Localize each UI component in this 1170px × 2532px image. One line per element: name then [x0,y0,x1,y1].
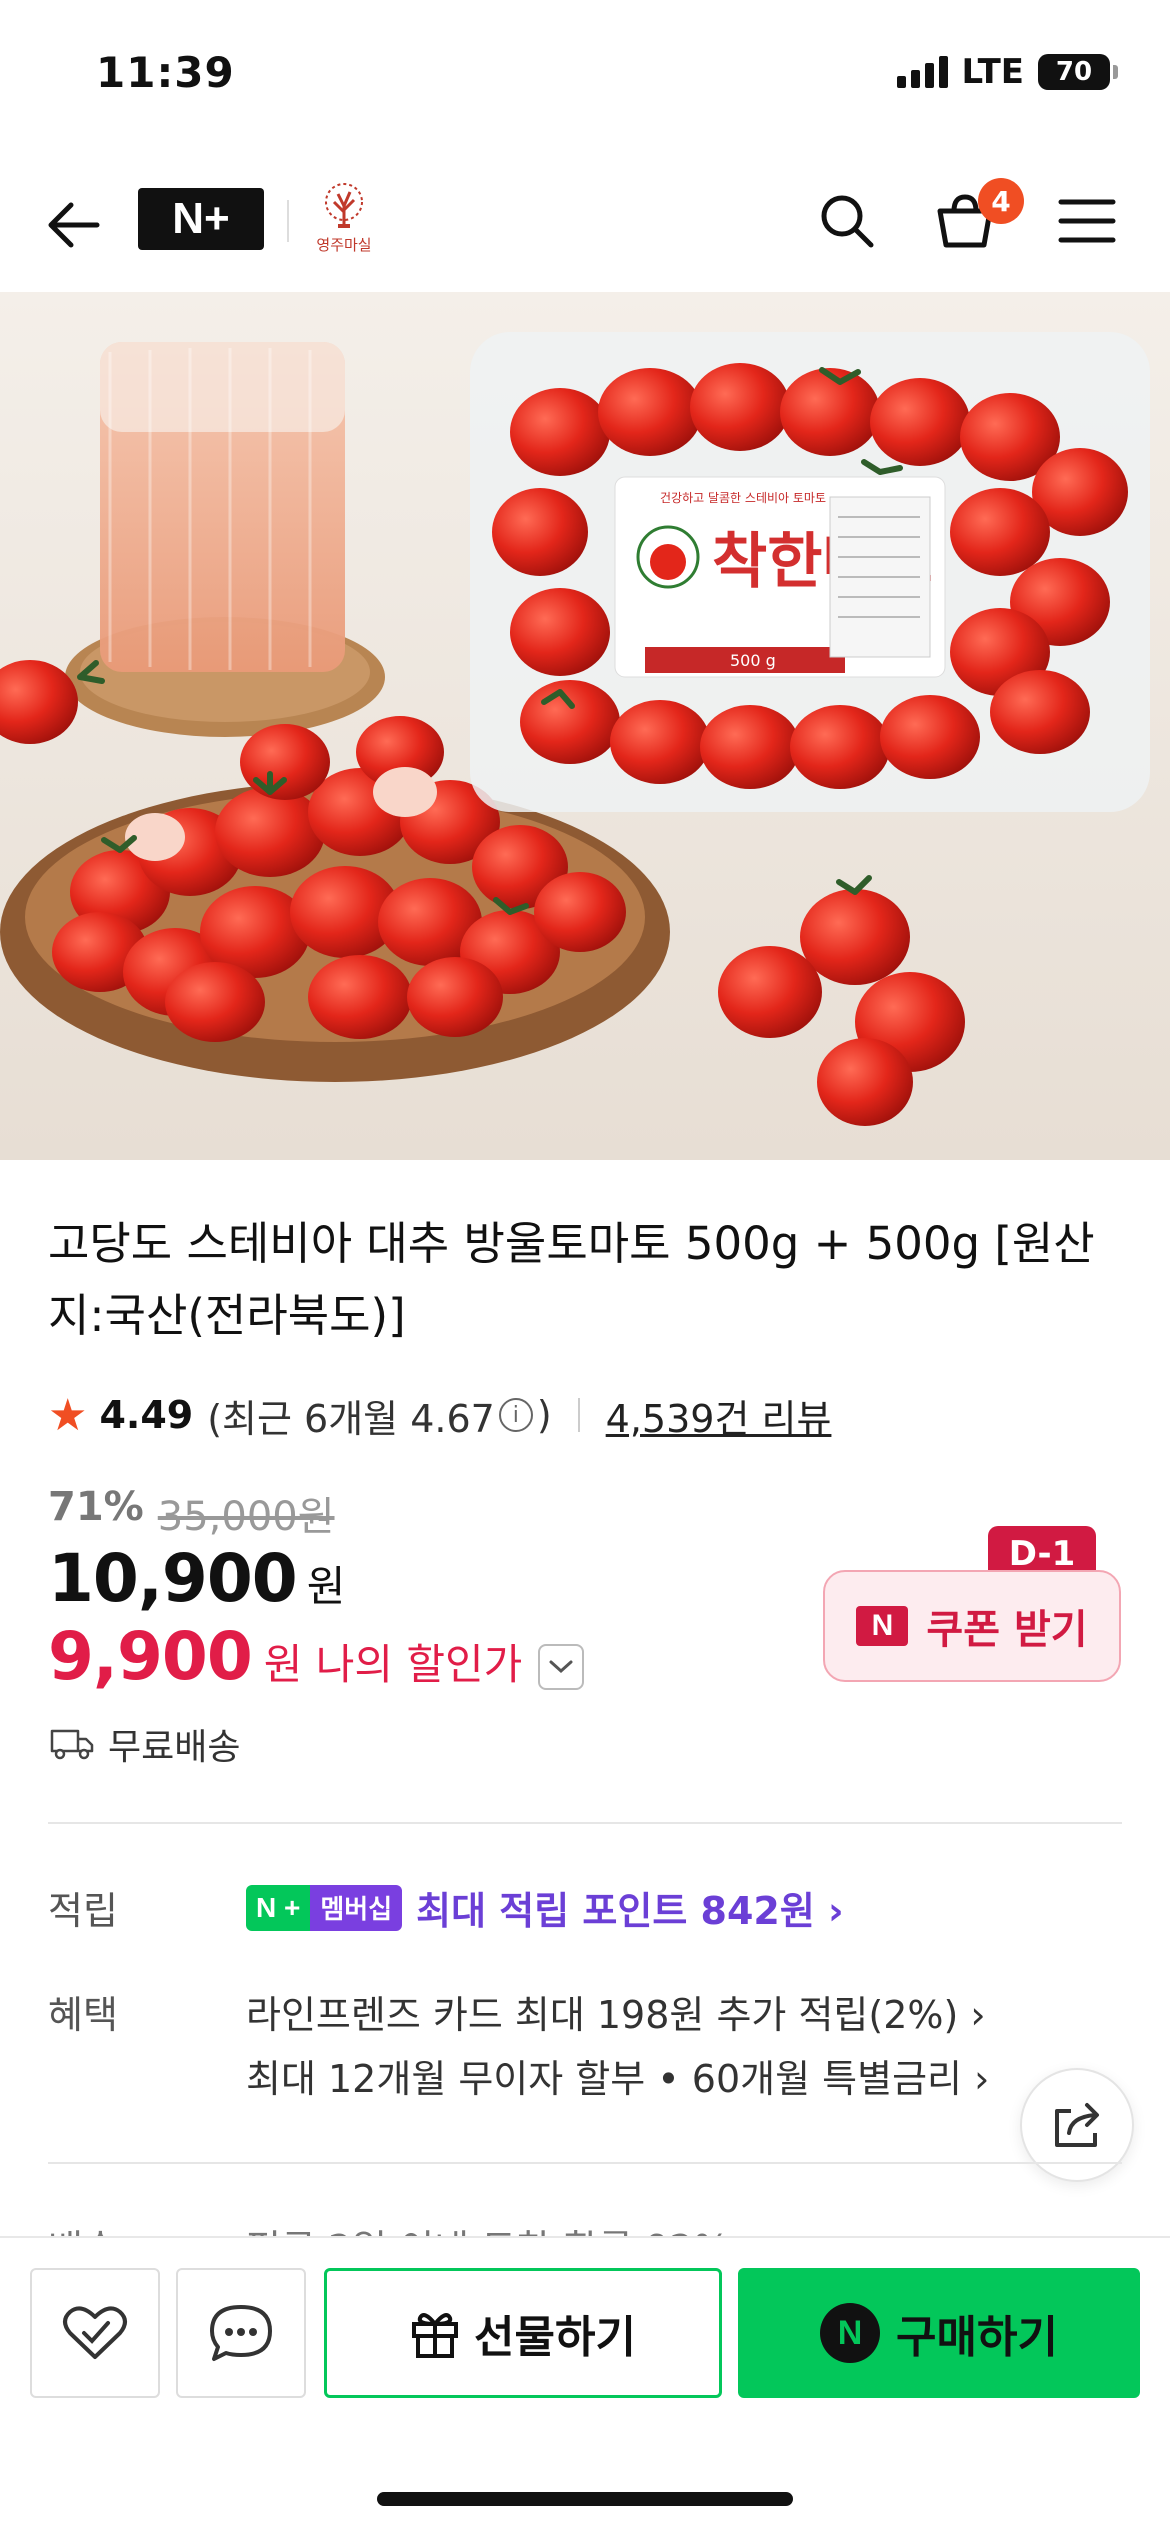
signal-icon [896,56,948,88]
chevron-down-icon [549,1660,573,1674]
shipping-label: 무료배송 [108,1727,241,1768]
sale-price: 10,900 [48,1540,298,1617]
coupon-label: 쿠폰 받기 [926,1607,1088,1653]
hamburger-menu-icon [1058,199,1116,243]
back-arrow-icon [48,202,100,248]
discount-rate: 71% [48,1484,144,1530]
heart-check-icon [63,2306,127,2359]
nplus-badge-member: 멤버십 [310,1884,403,1931]
network-label: LTE [961,52,1024,92]
installment-benefit-link[interactable]: 최대 12개월 무이자 할부 • 60개월 특별금리 › [246,2048,989,2103]
status-time: 11:39 [96,48,235,97]
points-label: 적립 [48,1889,118,1933]
tree-logo-icon [325,183,363,228]
points-row[interactable]: N + 멤버십 최대 적립 포인트 842원 › [246,1880,844,1935]
rating-value: 4.49 [99,1393,194,1437]
buy-button[interactable]: N 구매하기 [738,2268,1140,2398]
search-button[interactable] [810,184,884,258]
nplus-logo[interactable]: N+ [138,188,264,250]
search-icon [821,195,874,248]
shipping-row: 무료배송 [50,1718,240,1770]
store-logo-name: 영주마실 [316,236,372,254]
price-row: 10,900 원 [48,1540,345,1617]
gift-label: 선물하기 [474,2312,636,2363]
discount-row: 71% 35,000원 [48,1484,335,1542]
recent-rating: (최근 6개월 4.67 [207,1396,495,1441]
wishlist-button[interactable] [30,2268,160,2398]
battery-level: 70 [1055,57,1093,87]
app-header: N+ 영주마실 4 [0,160,1170,290]
gift-icon [412,2313,459,2358]
rating-row: ★ 4.49 (최근 6개월 4.67 i ) 4,539건 리뷰 [48,1385,831,1445]
truck-icon [50,1729,94,1760]
cart-button[interactable]: 4 [928,178,1024,258]
share-icon [1055,2103,1099,2147]
recent-rating-close: ) [536,1393,552,1437]
original-price: 35,000원 [157,1494,335,1540]
section-divider [48,1822,1122,1824]
delivery-text: 평균 2일 이내 도착 확률 92% [246,2218,730,2236]
status-bar: 11:39 LTE 70 [0,0,1170,150]
review-link[interactable]: 4,539건 리뷰 [606,1388,832,1443]
coupon-n-icon: N [856,1606,909,1646]
my-price-expand-button[interactable] [538,1644,585,1690]
nplus-badge-n: N + [246,1884,311,1931]
info-icon[interactable]: i [498,1398,533,1432]
naverpay-n-icon: N [820,2303,881,2363]
card-benefit-link[interactable]: 라인프렌즈 카드 최대 198원 추가 적립(2%) › [246,1984,986,2039]
chat-bubble-icon [210,2305,272,2361]
gift-button[interactable]: 선물하기 [324,2268,722,2398]
back-button[interactable] [38,190,108,260]
sale-price-unit: 원 [306,1562,346,1611]
cart-count-badge: 4 [978,178,1024,224]
my-price-row: 9,900 원 나의 할인가 [48,1618,585,1695]
share-button[interactable] [1020,2068,1134,2182]
my-price: 9,900 [48,1618,253,1695]
status-icons: LTE 70 [896,52,1118,92]
rating-separator [577,1398,580,1432]
star-icon: ★ [48,1389,88,1441]
store-logo[interactable]: 영주마실 [312,182,376,260]
delivery-label: 배송 [48,2227,118,2236]
my-price-label: 원 나의 할인가 [263,1640,523,1689]
package-tagline: 건강하고 달콤한 스테비아 토마토 [660,491,826,505]
package-weight: 500 g [730,651,776,670]
nplus-membership-badge: N + 멤버십 [246,1884,403,1931]
product-photo: 건강하고 달콤한 스테비아 토마토 착한마토 500 g [0,292,1170,1160]
product-image[interactable]: 건강하고 달콤한 스테비아 토마토 착한마토 500 g [0,292,1170,1160]
menu-button[interactable] [1050,184,1124,258]
section-divider [48,2162,1122,2164]
header-divider [287,200,289,242]
talktalk-chat-button[interactable] [176,2268,306,2398]
delivery-row: 배송 평균 2일 이내 도착 확률 92% [48,2218,1122,2236]
coupon-button[interactable]: N 쿠폰 받기 [823,1570,1121,1682]
home-indicator [377,2492,793,2506]
bottom-action-bar: 선물하기 N 구매하기 [0,2236,1170,2532]
buy-label: 구매하기 [896,2312,1058,2363]
max-points-link[interactable]: 최대 적립 포인트 842원 › [416,1880,844,1935]
battery-icon: 70 [1038,54,1118,90]
benefit-label: 혜택 [48,1993,118,2037]
product-title: 고당도 스테비아 대추 방울토마토 500g + 500g [원산지:국산(전라… [48,1217,1095,1342]
